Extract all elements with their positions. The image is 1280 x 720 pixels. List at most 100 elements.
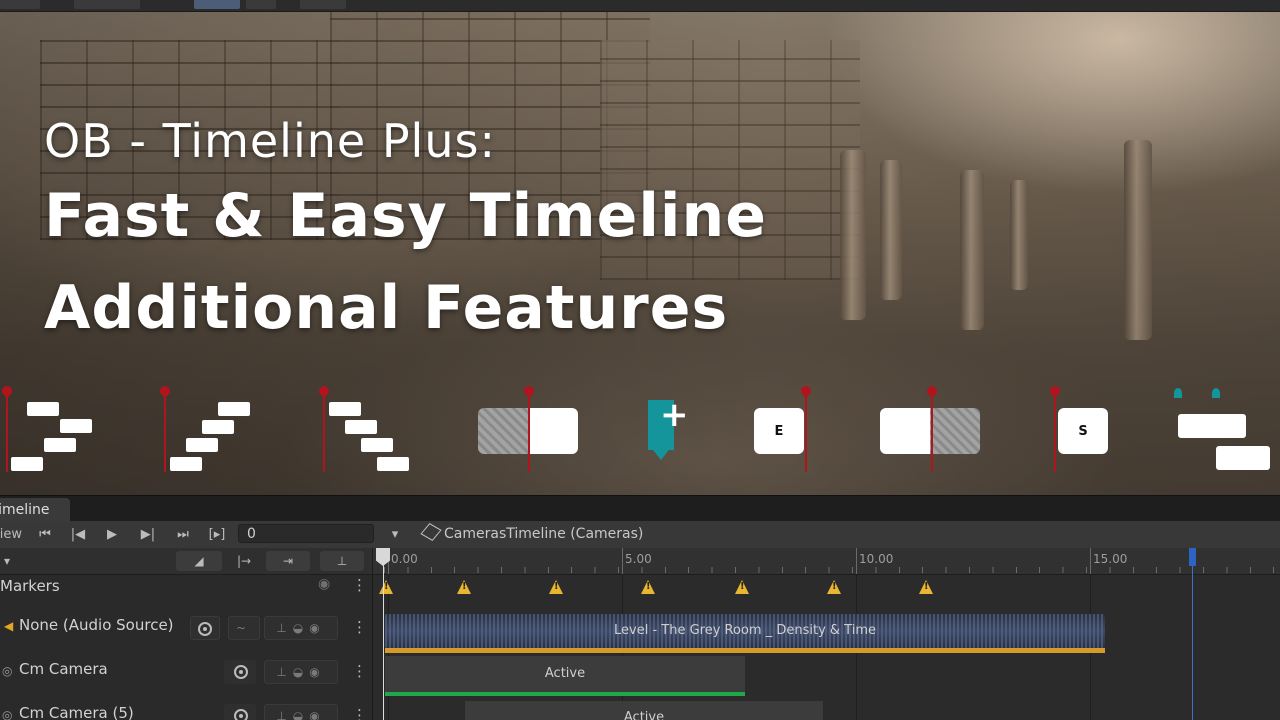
ruler-label: 10.00 — [859, 552, 894, 566]
marker[interactable] — [457, 580, 471, 594]
ripple-button[interactable]: |→ — [226, 551, 262, 571]
more-icon[interactable]: ⋮ — [352, 662, 367, 680]
triangle-down-icon: ▾ — [391, 527, 399, 542]
end-marker[interactable] — [1189, 548, 1196, 566]
ease-button[interactable]: ◢ — [176, 551, 222, 571]
ruler-label: 0.00 — [391, 552, 418, 566]
track-label: None (Audio Source) — [19, 616, 174, 634]
track-options-row: ▾ ◢ |→ ⇥ ⊥ — [0, 548, 372, 575]
camera-5-clip-label: Active — [623, 710, 665, 720]
timeline-dropdown-button[interactable]: ▾ — [380, 524, 410, 545]
timeline-toolbar: Preview ⏮ |◀ ▶ ▶| ⏭ [▸] 0 ▾ CamerasTimel… — [0, 521, 1280, 549]
lock-playhead-button[interactable]: ⊥ — [320, 551, 364, 571]
feature-stagger-right-icon — [316, 383, 417, 476]
clips-area[interactable]: 0.00 5.00 10.00 15.00 Level - The Grey R… — [373, 548, 1280, 720]
editor-top-bar — [0, 0, 1280, 12]
next-frame-button[interactable]: ▶| — [133, 524, 163, 545]
audio-clip-label: Level - The Grey Room _ Density & Time — [614, 623, 876, 638]
step-forward-icon: ▶| — [140, 527, 156, 542]
track-header-camera[interactable]: ◎ Cm Camera ⊥◒◉ ⋮ — [0, 652, 372, 694]
audio-clip-bar — [385, 648, 1105, 653]
feature-stagger-down-icon — [0, 383, 100, 476]
track-label: Cm Camera (5) — [19, 704, 134, 720]
marker[interactable] — [919, 580, 933, 594]
marker[interactable] — [735, 580, 749, 594]
feature-trim-start-icon — [478, 383, 580, 476]
feature-trim-end-icon — [880, 383, 982, 476]
ripple-icon: |→ — [236, 554, 252, 568]
ruler-label: 15.00 — [1093, 552, 1128, 566]
cube-icon — [420, 523, 442, 541]
go-to-end-button[interactable]: ⏭ — [168, 524, 198, 545]
markers-track-header[interactable]: Markers ◉ ⋮ — [0, 574, 372, 600]
more-icon[interactable]: ⋮ — [352, 576, 367, 594]
lock-mute-buttons[interactable]: ⊥◒◉ — [264, 616, 338, 640]
feature-marker-clips-icon — [1170, 384, 1280, 476]
tab-bar: Timeline — [0, 495, 1280, 522]
marker[interactable] — [641, 580, 655, 594]
tab-timeline[interactable]: Timeline — [0, 498, 70, 522]
more-icon[interactable]: ⋮ — [352, 706, 367, 720]
cube-icon: ◎ — [2, 708, 13, 720]
go-to-start-button[interactable]: ⏮ — [30, 524, 60, 545]
frame-field[interactable]: 0 — [238, 524, 374, 543]
curves-toggle[interactable]: ~ — [228, 616, 260, 640]
target-icon — [198, 622, 212, 636]
play-range-icon: [▸] — [208, 527, 226, 542]
breadcrumb[interactable]: CamerasTimeline (Cameras) — [420, 521, 670, 548]
skip-end-icon: ⏭ — [177, 527, 189, 542]
marker[interactable] — [549, 580, 563, 594]
timeline-window: Timeline Preview ⏮ |◀ ▶ ▶| ⏭ [▸] 0 ▾ Cam… — [0, 495, 1280, 720]
title-line-2: Fast & Easy Timeline — [44, 181, 767, 251]
marker[interactable] — [827, 580, 841, 594]
snap-icon: ⇥ — [282, 554, 294, 568]
key-s-label: S — [1058, 408, 1108, 454]
snap-button[interactable]: ⇥ — [266, 551, 310, 571]
previous-frame-button[interactable]: |◀ — [63, 524, 93, 545]
more-icon[interactable]: ⋮ — [352, 618, 367, 636]
object-picker[interactable] — [224, 660, 256, 684]
cube-icon: ◎ — [2, 664, 13, 678]
add-track-button[interactable]: ▾ — [0, 551, 14, 571]
step-back-icon: |◀ — [70, 527, 86, 542]
marker[interactable] — [379, 580, 393, 594]
object-picker[interactable] — [224, 704, 256, 720]
play-icon: ▶ — [107, 527, 117, 542]
end-line — [1192, 548, 1193, 720]
track-header-audio[interactable]: ◀ None (Audio Source) ~ ⊥◒◉ ⋮ — [0, 608, 372, 650]
eye-icon[interactable]: ◉ — [318, 576, 330, 592]
target-icon — [234, 709, 248, 720]
plus-icon: + — [660, 395, 689, 435]
preview-label: Preview — [0, 527, 22, 542]
preview-button[interactable]: Preview — [0, 524, 22, 545]
track-header-camera-5[interactable]: ◎ Cm Camera (5) ⊥◒◉ ⋮ — [0, 696, 372, 720]
feature-add-marker-icon: + — [646, 384, 690, 476]
feature-stagger-up-icon — [157, 383, 258, 476]
camera-clip-label: Active — [544, 666, 586, 681]
object-picker[interactable] — [190, 616, 220, 640]
ease-icon: ◢ — [194, 554, 204, 568]
lock-mute-buttons[interactable]: ⊥◒◉ — [264, 660, 338, 684]
triangle-down-icon: ▾ — [3, 554, 11, 568]
track-headers: ▾ ◢ |→ ⇥ ⊥ Markers ◉ ⋮ ◀ None (Audio Sou… — [0, 548, 373, 720]
target-icon — [234, 665, 248, 679]
breadcrumb-label: CamerasTimeline (Cameras) — [444, 526, 644, 542]
audio-icon: ◀ — [4, 619, 14, 633]
camera-clip-bar — [385, 692, 745, 696]
time-ruler[interactable]: 0.00 5.00 10.00 15.00 — [373, 548, 1280, 575]
lock-mute-buttons[interactable]: ⊥◒◉ — [264, 704, 338, 720]
title-line-1: OB - Timeline Plus: — [44, 114, 496, 168]
skip-start-icon: ⏮ — [39, 527, 51, 542]
playhead-line — [383, 548, 384, 720]
play-range-button[interactable]: [▸] — [202, 524, 232, 545]
title-line-3: Additional Features — [44, 273, 729, 343]
pin-icon: ⊥ — [336, 554, 348, 568]
play-button[interactable]: ▶ — [97, 524, 127, 545]
key-e-label: E — [754, 408, 804, 454]
feature-end-key-icon: E — [754, 383, 818, 476]
title-block: OB - Timeline Plus: Fast & Easy Timeline… — [44, 112, 767, 354]
track-label: Cm Camera — [19, 660, 108, 678]
markers-label: Markers — [0, 577, 60, 595]
hero-banner: OB - Timeline Plus: Fast & Easy Timeline… — [0, 0, 1280, 495]
feature-start-key-icon: S — [1047, 383, 1112, 476]
